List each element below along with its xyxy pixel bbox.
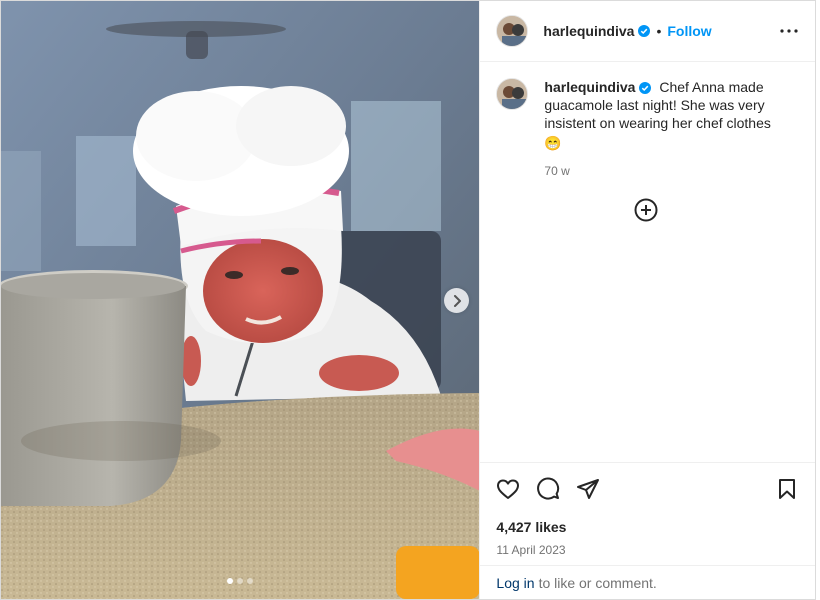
- save-button[interactable]: [775, 477, 799, 501]
- bookmark-icon: [779, 479, 795, 499]
- share-button[interactable]: [576, 477, 600, 501]
- action-icons: [496, 463, 799, 515]
- caption: harlequindiva Chef Anna made guacamole l…: [496, 78, 799, 180]
- post-header: harlequindiva • Follow: [480, 1, 815, 62]
- verified-badge-icon: [638, 25, 651, 37]
- avatar[interactable]: [496, 15, 529, 47]
- login-link[interactable]: Log in: [496, 575, 534, 591]
- login-suffix: to like or comment.: [538, 574, 657, 591]
- chevron-right-icon: [453, 294, 461, 307]
- carousel-next-button[interactable]: [444, 288, 469, 313]
- likes-count[interactable]: 4,427 likes: [496, 519, 799, 535]
- post-side-panel: harlequindiva • Follow harlequindiva Che…: [479, 1, 815, 599]
- heart-icon: [497, 479, 520, 499]
- post-photo: [1, 1, 480, 599]
- paper-plane-icon: [577, 479, 600, 499]
- avatar-image: [497, 16, 528, 46]
- comment-bubble-icon: [537, 477, 560, 500]
- username-link[interactable]: harlequindiva: [543, 23, 634, 39]
- caption-body: harlequindiva Chef Anna made guacamole l…: [544, 78, 784, 180]
- load-more-comments-button[interactable]: [634, 198, 658, 227]
- separator-dot: •: [656, 23, 662, 39]
- carousel-dot-2: [237, 578, 244, 584]
- post-dialog: harlequindiva • Follow harlequindiva Che…: [0, 0, 816, 600]
- comments-area: harlequindiva Chef Anna made guacamole l…: [480, 62, 815, 462]
- carousel-dot-1: [227, 578, 234, 584]
- like-button[interactable]: [496, 477, 520, 501]
- more-options-button[interactable]: [779, 29, 799, 33]
- plus-circle-icon: [634, 198, 658, 222]
- more-options-icon: [780, 29, 798, 33]
- post-actions: 4,427 likes 11 April 2023: [480, 462, 815, 565]
- post-date[interactable]: 11 April 2023: [496, 543, 799, 557]
- post-time[interactable]: 70 w: [544, 162, 784, 180]
- caption-avatar-image: [497, 79, 528, 109]
- caption-avatar[interactable]: [496, 78, 529, 110]
- carousel-dot-3: [247, 578, 254, 584]
- follow-button[interactable]: Follow: [667, 23, 711, 39]
- login-prompt: Log in to like or comment.: [480, 565, 815, 599]
- caption-username[interactable]: harlequindiva: [544, 79, 635, 95]
- comment-button[interactable]: [536, 477, 560, 501]
- post-media[interactable]: [1, 1, 480, 599]
- grin-emoji: 😁: [544, 135, 562, 151]
- verified-badge-icon: [639, 82, 652, 95]
- carousel-dots: [1, 578, 479, 584]
